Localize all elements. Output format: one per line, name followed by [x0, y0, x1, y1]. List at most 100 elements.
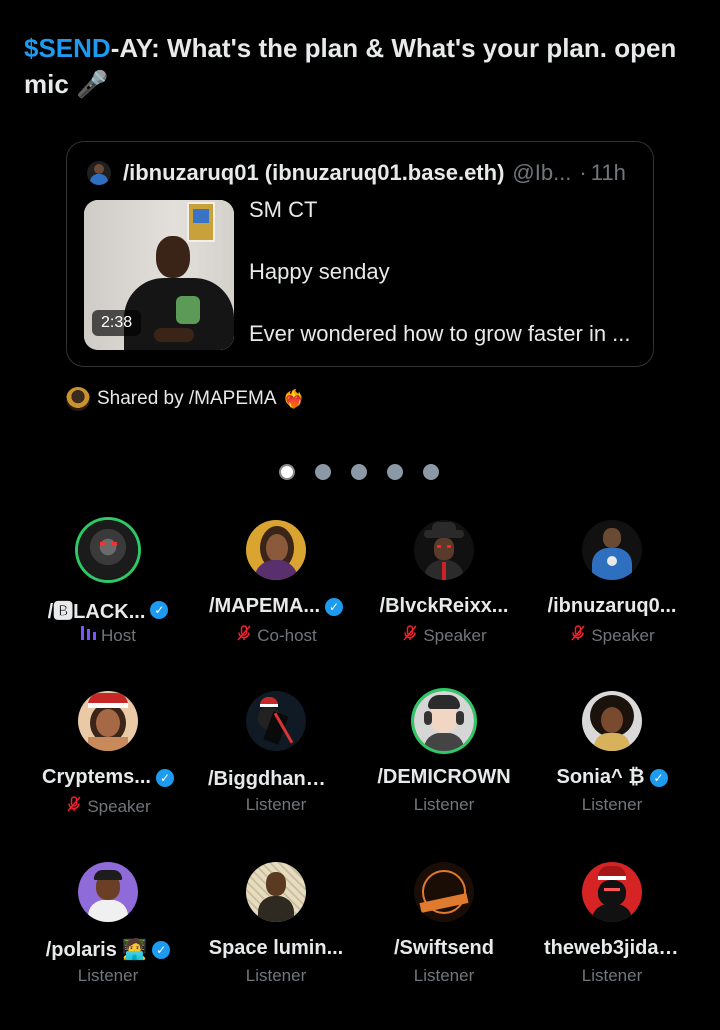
mic-muted-icon [235, 624, 253, 647]
participant-cell[interactable]: /Biggdhan💰... Listener [192, 689, 360, 849]
participant-name-row: Space lumin... [192, 937, 360, 960]
participant-avatar[interactable] [582, 691, 642, 751]
participant-name-row: /ibnuzaruq0... [528, 595, 696, 618]
sharer-avatar [66, 387, 90, 411]
participant-name: /🅱LACK... [47, 601, 146, 623]
participant-name: /Swiftsend [393, 937, 494, 959]
post-text-line: SM CT [249, 197, 318, 222]
participant-name: Cryptems... [42, 766, 151, 788]
participant-avatar[interactable] [246, 862, 306, 922]
participant-role-row: Listener [528, 795, 696, 815]
shared-by-label: Shared by /MAPEMA [97, 388, 277, 409]
participant-cell[interactable]: /ibnuzaruq0... Speaker [528, 518, 696, 678]
participant-cell[interactable]: /polaris 🧑‍💻 ✓ Listener [24, 860, 192, 1020]
participant-cell[interactable]: /BlvckReixx... Speaker [360, 518, 528, 678]
participant-name: /polaris 🧑‍💻 [45, 939, 148, 961]
participant-name: theweb3jida.... [544, 937, 680, 959]
post-header: /ibnuzaruq01 (ibnuzaruq01.base.eth) @Ib.… [87, 158, 635, 188]
participant-name: /MAPEMA... [208, 595, 321, 617]
participant-name-row: /Swiftsend [360, 937, 528, 960]
verified-badge-icon: ✓ [325, 597, 344, 616]
video-thumbnail[interactable]: 2:38 [84, 200, 234, 350]
participant-role: Listener [245, 795, 307, 814]
participant-avatar[interactable] [78, 520, 138, 580]
participant-role-row: Listener [192, 795, 360, 815]
page-dot[interactable] [387, 464, 403, 480]
participant-cell[interactable]: theweb3jida.... Listener [528, 860, 696, 1020]
verified-badge-icon: ✓ [150, 600, 169, 619]
participant-avatar[interactable] [78, 862, 138, 922]
participant-role: Listener [245, 966, 307, 985]
participant-cell[interactable]: /DEMICROWN Listener [360, 689, 528, 849]
mic-muted-icon [401, 624, 419, 647]
participant-role: Speaker [423, 625, 487, 645]
participant-cell[interactable]: Sonia^ ₿ ✓ Listener [528, 689, 696, 849]
participant-role-row: Speaker [360, 624, 528, 647]
page-dot[interactable] [315, 464, 331, 480]
video-duration-badge: 2:38 [92, 310, 142, 336]
shared-by-row[interactable]: Shared by /MAPEMA ❤️‍🔥 [66, 386, 305, 412]
participant-name-row: theweb3jida.... [528, 937, 696, 960]
post-text-line: Ever wondered how to grow faster in ... [249, 321, 631, 346]
mic-muted-icon [569, 624, 587, 647]
participant-name: /BlvckReixx... [379, 595, 509, 617]
participant-name-row: /MAPEMA... ✓ [192, 595, 360, 618]
post-author-handle: @Ib... [512, 160, 572, 185]
verified-badge-icon: ✓ [155, 768, 174, 787]
participant-avatar[interactable] [582, 862, 642, 922]
verified-badge-icon: ✓ [649, 768, 668, 787]
page-indicator [279, 462, 459, 482]
post-author-name[interactable]: /ibnuzaruq01 (ibnuzaruq01.base.eth) [123, 160, 504, 186]
participant-role: Speaker [87, 796, 151, 816]
participant-role-row: Speaker [528, 624, 696, 647]
participant-cell[interactable]: /Swiftsend Listener [360, 860, 528, 1020]
participant-avatar[interactable] [246, 691, 306, 751]
heart-on-fire-icon: ❤️‍🔥 [282, 388, 305, 409]
page-dot-active[interactable] [279, 464, 295, 480]
page-dot[interactable] [423, 464, 439, 480]
participant-role: Listener [581, 795, 643, 814]
participant-avatar[interactable] [246, 520, 306, 580]
participant-name-row: /🅱LACK... ✓ [24, 595, 192, 624]
participant-cell[interactable]: /MAPEMA... ✓ Co-host [192, 518, 360, 678]
wall-poster-image [187, 202, 215, 242]
participant-role: Listener [581, 966, 643, 985]
page-dot[interactable] [351, 464, 367, 480]
space-title-accent: $SEND [24, 33, 111, 63]
participant-role: Host [101, 625, 136, 645]
space-title: $SEND-AY: What's the plan & What's your … [24, 30, 704, 102]
participant-role: Listener [413, 966, 475, 985]
participant-name-row: /Biggdhan💰... [192, 766, 360, 791]
participant-name-row: /polaris 🧑‍💻 ✓ [24, 937, 192, 962]
participant-name: Sonia^ ₿ [556, 766, 645, 788]
participant-role-row: Listener [24, 966, 192, 986]
participant-avatar[interactable] [582, 520, 642, 580]
participant-name: /DEMICROWN [377, 766, 511, 788]
participant-role-row: Listener [528, 966, 696, 986]
participant-role: Speaker [591, 625, 655, 645]
participant-avatar[interactable] [414, 691, 474, 751]
participant-avatar[interactable] [414, 862, 474, 922]
participant-avatar[interactable] [414, 520, 474, 580]
participant-name: /Biggdhan💰... [208, 768, 344, 790]
separator-dot: · [579, 160, 587, 185]
participant-cell[interactable]: Space lumin... Listener [192, 860, 360, 1020]
participant-cell[interactable]: Cryptems... ✓ Speaker [24, 689, 192, 849]
post-text: SM CT Happy senday Ever wondered how to … [249, 194, 639, 349]
participant-role-row: Co-host [192, 624, 360, 647]
post-text-line: Happy senday [249, 259, 390, 284]
participant-role: Listener [413, 795, 475, 814]
participant-name-row: Sonia^ ₿ ✓ [528, 766, 696, 789]
participant-name: /ibnuzaruq0... [547, 595, 677, 617]
participant-name: Space lumin... [208, 937, 344, 959]
participant-role-row: Listener [192, 966, 360, 986]
post-author-avatar[interactable] [87, 161, 111, 185]
participant-role: Listener [77, 966, 139, 985]
participant-role-row: Speaker [24, 795, 192, 818]
verified-badge-icon: ✓ [152, 940, 171, 959]
participant-name-row: /DEMICROWN [360, 766, 528, 789]
shared-post-card[interactable]: /ibnuzaruq01 (ibnuzaruq01.base.eth) @Ib.… [66, 141, 654, 367]
participant-cell[interactable]: /🅱LACK... ✓ Host [24, 518, 192, 678]
participant-avatar[interactable] [78, 691, 138, 751]
participant-name-row: /BlvckReixx... [360, 595, 528, 618]
